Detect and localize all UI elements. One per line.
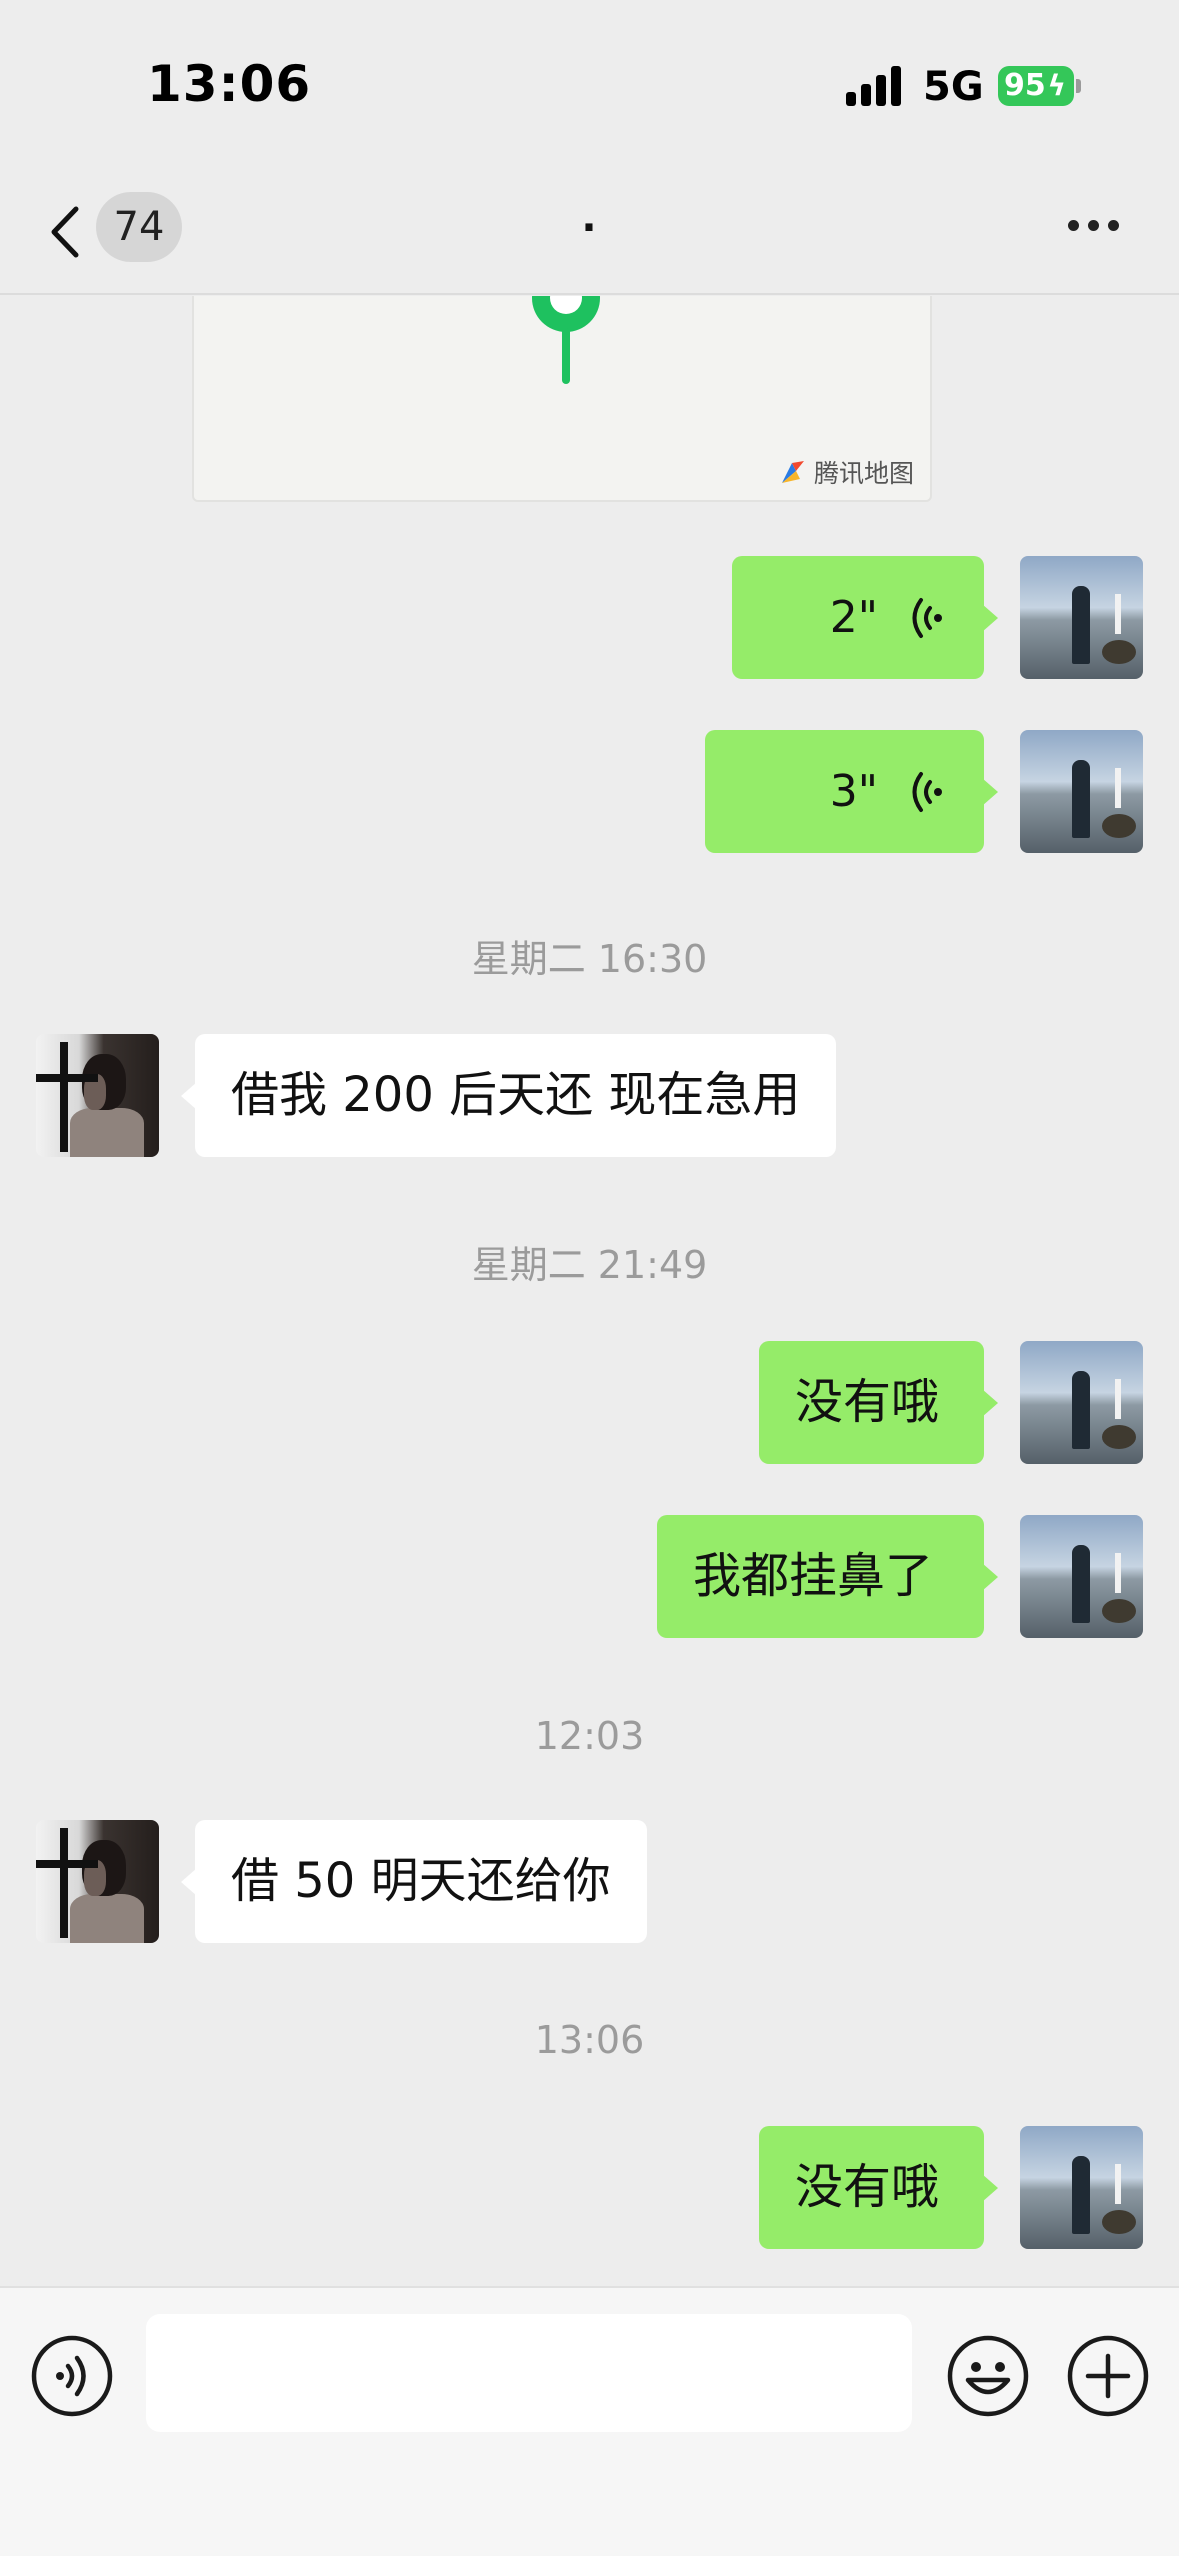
charging-bolt-icon: ϟ xyxy=(1047,69,1066,102)
voice-duration: 2" xyxy=(829,592,878,643)
text-message-bubble[interactable]: 我都挂鼻了 xyxy=(657,1515,998,1638)
self-avatar[interactable] xyxy=(1020,2126,1143,2249)
status-bar: 13:06 5G 95 ϟ xyxy=(0,0,1179,175)
tencent-map-logo-icon xyxy=(781,461,804,483)
chat-title: . xyxy=(581,195,597,241)
more-icon[interactable] xyxy=(1064,215,1124,235)
voice-wave-icon xyxy=(912,771,942,812)
text-message-bubble[interactable]: 没有哦 xyxy=(759,2126,998,2249)
contact-avatar[interactable] xyxy=(36,1034,159,1157)
signal-strength-icon xyxy=(846,66,904,106)
message-timestamp: 星期二 21:49 xyxy=(471,1243,708,1287)
voice-input-icon[interactable] xyxy=(30,2334,114,2418)
voice-duration: 3" xyxy=(829,766,878,817)
plus-icon[interactable] xyxy=(1066,2334,1150,2418)
battery-indicator: 95 ϟ xyxy=(998,66,1074,106)
battery-tip xyxy=(1076,79,1081,93)
network-type: 5G xyxy=(923,64,984,110)
chat-header: 74 . xyxy=(0,175,1179,295)
message-timestamp: 12:03 xyxy=(534,1714,645,1758)
voice-message-bubble[interactable]: 2" xyxy=(732,556,998,679)
message-timestamp: 星期二 16:30 xyxy=(471,937,708,981)
self-avatar[interactable] xyxy=(1020,1515,1143,1638)
text-message-bubble[interactable]: 借 50 明天还给你 xyxy=(181,1820,647,1943)
input-bar xyxy=(0,2286,1179,2556)
location-card[interactable]: 腾讯地图 xyxy=(192,296,932,502)
unread-count-badge[interactable]: 74 xyxy=(96,192,182,262)
battery-level: 95 xyxy=(1004,68,1046,103)
self-avatar[interactable] xyxy=(1020,1341,1143,1464)
map-provider-name: 腾讯地图 xyxy=(813,459,914,488)
self-avatar[interactable] xyxy=(1020,730,1143,853)
map-pin-icon xyxy=(532,296,600,384)
status-time: 13:06 xyxy=(147,55,312,113)
voice-wave-icon xyxy=(912,597,942,638)
message-list[interactable]: 腾讯地图 2" 3" 星期二 16:30 借我 200 后天还 现在急用 星期二… xyxy=(0,296,1179,2286)
text-message-bubble[interactable]: 没有哦 xyxy=(759,1341,998,1464)
emoji-icon[interactable] xyxy=(946,2334,1030,2418)
voice-message-bubble[interactable]: 3" xyxy=(705,730,998,853)
contact-avatar[interactable] xyxy=(36,1820,159,1943)
text-message-bubble[interactable]: 借我 200 后天还 现在急用 xyxy=(180,1034,837,1157)
message-input[interactable] xyxy=(146,2314,912,2432)
self-avatar[interactable] xyxy=(1020,556,1143,679)
chevron-left-icon[interactable] xyxy=(40,197,90,267)
message-timestamp: 13:06 xyxy=(534,2018,645,2062)
map-provider-label: 腾讯地图 xyxy=(778,454,914,490)
header-divider xyxy=(0,293,1179,295)
